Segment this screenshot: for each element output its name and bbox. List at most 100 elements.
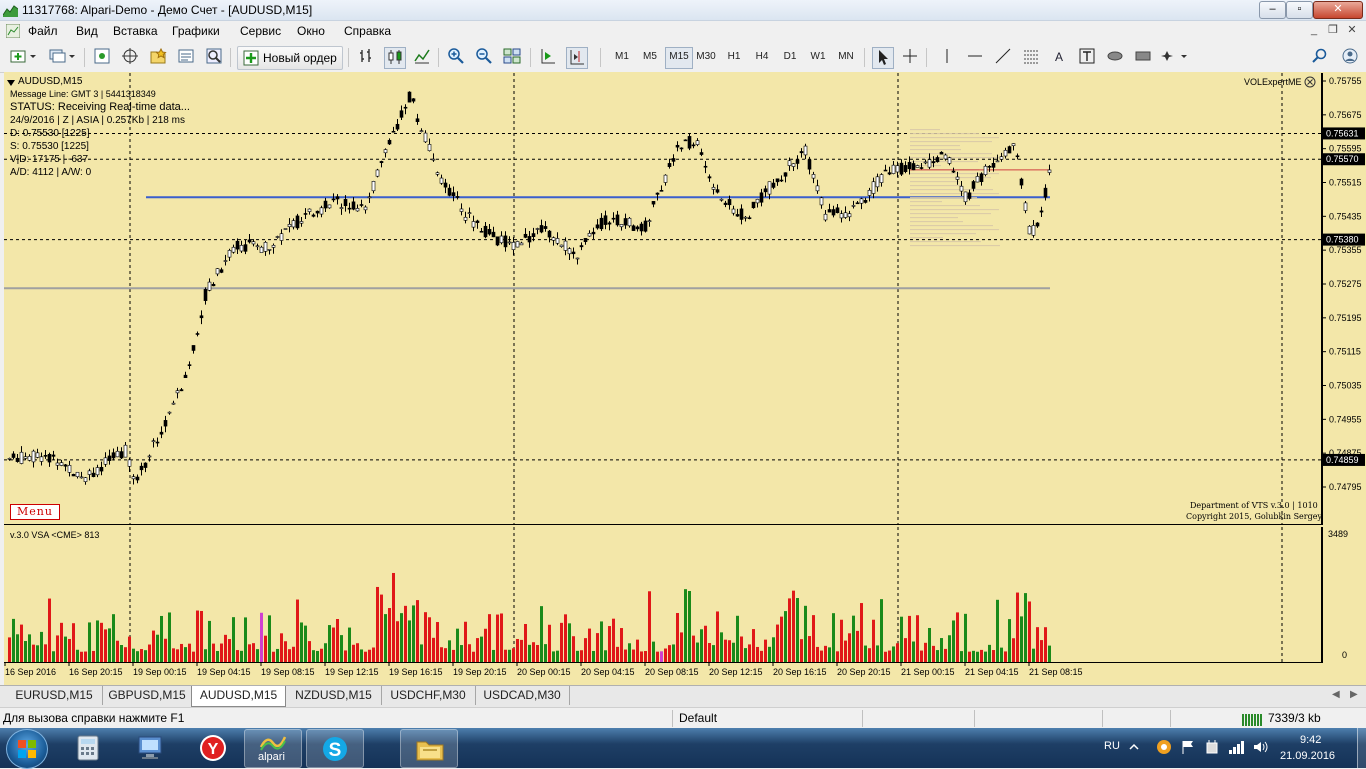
strategy-tester-icon[interactable] bbox=[204, 47, 224, 67]
network-icon[interactable] bbox=[1228, 739, 1246, 758]
timeframe-h1[interactable]: H1 bbox=[721, 47, 747, 67]
horizontal-line-icon[interactable] bbox=[965, 47, 985, 67]
candlestick-chart-icon[interactable] bbox=[384, 47, 406, 69]
volume-chart[interactable] bbox=[4, 527, 1322, 663]
price-scale[interactable]: 0.75755 0.75675 0.75595 0.75515 0.75435 0.753… bbox=[1322, 73, 1366, 525]
menu-tools[interactable]: Сервис bbox=[240, 24, 281, 38]
volume-bar bbox=[308, 641, 311, 662]
menu-window[interactable]: Окно bbox=[297, 24, 325, 38]
profiles-icon[interactable] bbox=[46, 47, 76, 67]
taskbar-yandex[interactable]: Y bbox=[184, 729, 240, 766]
tab-nzdusd[interactable]: NZDUSD,M15 bbox=[286, 686, 382, 705]
timeframe-mn[interactable]: MN bbox=[833, 47, 859, 67]
text-label-icon[interactable] bbox=[1077, 47, 1097, 67]
trendline-icon[interactable] bbox=[993, 47, 1013, 67]
price-chart[interactable] bbox=[4, 73, 1322, 525]
arrows-menu-icon[interactable] bbox=[1161, 47, 1191, 67]
volume-bar bbox=[940, 638, 943, 662]
bar-chart-icon[interactable] bbox=[356, 47, 376, 67]
tile-windows-icon[interactable] bbox=[502, 47, 522, 67]
timeframe-h4[interactable]: H4 bbox=[749, 47, 775, 67]
mdi-minimize-button[interactable]: _ bbox=[1305, 23, 1323, 38]
volume-bar bbox=[704, 625, 707, 662]
candle-body bbox=[835, 207, 840, 214]
candle-body bbox=[63, 464, 68, 467]
timeframe-m30[interactable]: M30 bbox=[693, 47, 719, 67]
volume-bar bbox=[220, 643, 223, 662]
tray-app-icon[interactable] bbox=[1156, 739, 1172, 758]
tray-device-icon[interactable] bbox=[1204, 739, 1220, 758]
tab-audusd[interactable]: AUDUSD,M15 bbox=[191, 686, 286, 707]
menu-file[interactable]: Файл bbox=[28, 24, 58, 38]
volume-bar bbox=[512, 648, 515, 662]
menu-insert[interactable]: Вставка bbox=[113, 24, 158, 38]
volume-bar bbox=[44, 644, 47, 662]
taskbar-skype[interactable]: S bbox=[306, 729, 364, 768]
taskbar-alpari[interactable]: alpari bbox=[244, 729, 302, 768]
volume-bar bbox=[112, 614, 115, 662]
chart-shift-icon[interactable] bbox=[566, 47, 588, 69]
zoom-out-icon[interactable] bbox=[474, 47, 494, 67]
channel-icon[interactable] bbox=[1021, 47, 1041, 67]
volume-bar bbox=[908, 615, 911, 662]
new-chart-icon[interactable] bbox=[8, 47, 38, 67]
indicator-close-icon[interactable] bbox=[1304, 76, 1316, 91]
language-indicator[interactable]: RU bbox=[1104, 740, 1120, 752]
tab-usdchf[interactable]: USDCHF,M30 bbox=[381, 686, 476, 705]
tab-scroll-right-icon[interactable]: ▶ bbox=[1350, 689, 1358, 700]
taskbar-explorer[interactable] bbox=[400, 729, 458, 768]
candle-body bbox=[723, 202, 728, 205]
volume-bar bbox=[788, 598, 791, 662]
volume-bar bbox=[48, 598, 51, 662]
candle-body bbox=[103, 457, 108, 465]
line-chart-icon[interactable] bbox=[412, 47, 432, 67]
tab-usdcad[interactable]: USDCAD,M30 bbox=[475, 686, 570, 705]
indicator-menu-button[interactable]: Menu bbox=[10, 504, 60, 520]
clock-time[interactable]: 9:42 bbox=[1300, 734, 1321, 746]
crosshair-icon[interactable] bbox=[900, 47, 920, 67]
search-icon[interactable] bbox=[1310, 47, 1330, 67]
ellipse-icon[interactable] bbox=[1105, 47, 1125, 67]
new-order-button[interactable]: Новый ордер bbox=[237, 46, 343, 70]
auto-scroll-icon[interactable] bbox=[538, 47, 558, 67]
taskbar-calculator[interactable] bbox=[60, 729, 116, 766]
navigator-icon[interactable] bbox=[148, 47, 168, 67]
community-icon[interactable] bbox=[1340, 47, 1360, 67]
tray-chevron-icon[interactable] bbox=[1128, 741, 1140, 756]
candle-body bbox=[755, 198, 760, 204]
vertical-line-icon[interactable] bbox=[937, 47, 957, 67]
volume-bar bbox=[392, 572, 395, 662]
taskbar-computer[interactable] bbox=[122, 729, 178, 766]
time-scale[interactable]: 16 Sep 2016 16 Sep 20:15 19 Sep 00:15 19 Se… bbox=[4, 663, 1322, 685]
candle-body bbox=[267, 249, 272, 251]
text-icon[interactable]: A bbox=[1049, 47, 1069, 67]
maximize-button[interactable]: ▫ bbox=[1286, 1, 1313, 19]
tab-scroll-left-icon[interactable]: ◀ bbox=[1332, 689, 1340, 700]
minimize-button[interactable]: – bbox=[1259, 1, 1286, 19]
timeframe-w1[interactable]: W1 bbox=[805, 47, 831, 67]
data-window-icon[interactable] bbox=[120, 47, 140, 67]
tray-flag-icon[interactable] bbox=[1180, 739, 1196, 758]
show-desktop-button[interactable] bbox=[1357, 728, 1366, 768]
timeframe-d1[interactable]: D1 bbox=[777, 47, 803, 67]
start-button[interactable] bbox=[6, 729, 48, 769]
tab-gbpusd[interactable]: GBPUSD,M15 bbox=[102, 686, 193, 705]
tab-eurusd[interactable]: EURUSD,M15 bbox=[6, 686, 103, 705]
timeframe-m1[interactable]: M1 bbox=[609, 47, 635, 67]
terminal-icon[interactable] bbox=[176, 47, 196, 67]
volume-icon[interactable] bbox=[1252, 739, 1268, 758]
menu-view[interactable]: Вид bbox=[76, 24, 98, 38]
timeframe-m15[interactable]: M15 bbox=[665, 47, 693, 69]
timeframe-m5[interactable]: M5 bbox=[637, 47, 663, 67]
clock-date[interactable]: 21.09.2016 bbox=[1280, 750, 1335, 762]
close-button[interactable]: ✕ bbox=[1313, 1, 1363, 19]
mdi-close-button[interactable]: ✕ bbox=[1343, 23, 1361, 38]
menu-help[interactable]: Справка bbox=[344, 24, 391, 38]
time-tick-label: 20 Sep 16:15 bbox=[773, 667, 827, 677]
menu-charts[interactable]: Графики bbox=[172, 24, 220, 38]
cursor-icon[interactable] bbox=[872, 47, 894, 69]
market-watch-icon[interactable] bbox=[92, 47, 112, 67]
mdi-restore-button[interactable]: ❐ bbox=[1324, 23, 1342, 38]
rectangle-icon[interactable] bbox=[1133, 47, 1153, 67]
zoom-in-icon[interactable] bbox=[446, 47, 466, 67]
